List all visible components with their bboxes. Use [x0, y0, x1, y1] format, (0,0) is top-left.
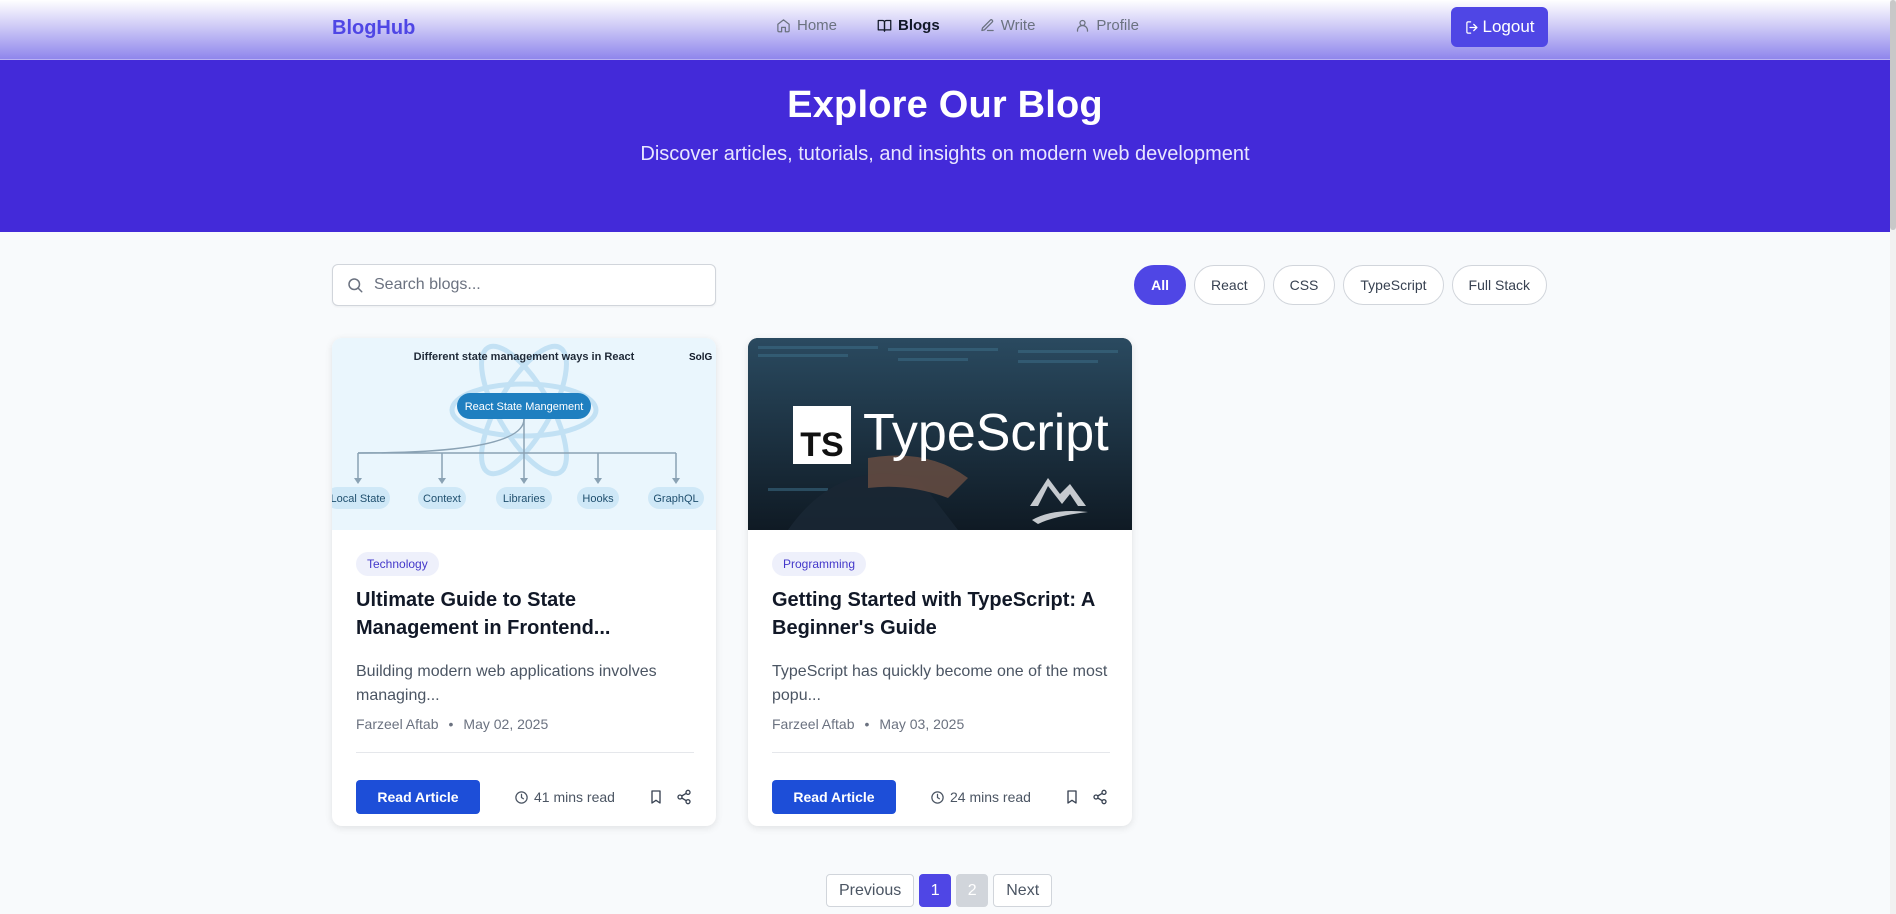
home-icon — [777, 19, 790, 33]
meta-separator: • — [864, 716, 870, 732]
nav-link-label: Blogs — [898, 17, 940, 34]
diagram-heading: Different state management ways in React — [414, 351, 635, 363]
state-management-diagram: Different state management ways in React… — [332, 343, 713, 509]
pagination: Previous 1 2 Next — [826, 874, 1053, 907]
card-divider — [356, 752, 694, 753]
meta-separator: • — [448, 716, 454, 732]
read-time-label: 41 mins read — [534, 789, 615, 805]
category-badge[interactable]: Technology — [356, 552, 439, 576]
nav-link-write[interactable]: Write — [980, 17, 1036, 34]
typescript-logo-badge: TS — [800, 426, 843, 464]
category-badge[interactable]: Programming — [772, 552, 867, 576]
pagination-next-button[interactable]: Next — [993, 874, 1053, 907]
pagination-page-2[interactable]: 2 — [956, 874, 989, 907]
filter-chip-typescript[interactable]: TypeScript — [1343, 265, 1444, 305]
diagram-center-node: React State Mangement — [465, 401, 584, 413]
author-name: Farzeel Aftab — [772, 716, 855, 732]
nav-link-label: Profile — [1096, 17, 1139, 34]
page-scrollbar[interactable] — [1890, 0, 1896, 914]
filter-chip-css[interactable]: CSS — [1272, 265, 1336, 305]
diagram-leaf-node: Libraries — [503, 493, 546, 505]
navbar-container: BlogHub Home Blogs Write Profile Logout — [332, 0, 1548, 60]
clock-icon — [515, 790, 528, 804]
scrollbar-thumb[interactable] — [1890, 0, 1896, 230]
hero-subtitle: Discover articles, tutorials, and insigh… — [640, 143, 1250, 165]
search-icon — [348, 278, 363, 293]
bookmark-icon[interactable] — [1064, 788, 1080, 806]
logout-label: Logout — [1482, 17, 1535, 36]
search-input[interactable] — [374, 276, 694, 294]
hero-title: Explore Our Blog — [787, 84, 1103, 126]
pagination-previous-button[interactable]: Previous — [826, 874, 915, 907]
typescript-logo-text: TypeScript — [863, 404, 1109, 462]
clock-icon — [931, 790, 944, 804]
diagram-leaf-node: Hooks — [582, 493, 614, 505]
brand-logo[interactable]: BlogHub — [332, 17, 415, 40]
blog-card: TS TypeScript Programming Getting Starte… — [748, 338, 1132, 826]
card-excerpt: TypeScript has quickly become one of the… — [772, 663, 1108, 704]
nav-link-profile[interactable]: Profile — [1075, 17, 1139, 34]
diagram-brand-mark: SolG — [689, 352, 713, 363]
pen-icon — [980, 19, 994, 32]
filter-chip-full-stack[interactable]: Full Stack — [1451, 265, 1547, 305]
search-bar — [332, 264, 716, 306]
diagram-leaf-node: Local State — [332, 493, 386, 505]
hero-banner: Explore Our Blog Discover articles, tuto… — [0, 60, 1890, 232]
blog-card: Different state management ways in React… — [332, 338, 716, 826]
card-divider — [772, 752, 1110, 753]
card-excerpt: Building modern web applications involve… — [356, 663, 657, 704]
typescript-cover-image: TS TypeScript — [748, 338, 1132, 530]
read-time: 24 mins read — [930, 789, 1031, 805]
filter-chip-all[interactable]: All — [1134, 265, 1187, 305]
card-meta: Farzeel Aftab • May 02, 2025 — [356, 716, 548, 732]
read-article-button[interactable]: Read Article — [356, 780, 480, 814]
nav-links: Home Blogs Write Profile — [776, 17, 1179, 34]
publish-date: May 03, 2025 — [879, 716, 965, 732]
share-icon[interactable] — [1092, 788, 1108, 806]
filter-chip-react[interactable]: React — [1194, 265, 1265, 305]
bookmark-icon[interactable] — [648, 788, 664, 806]
author-name: Farzeel Aftab — [356, 716, 439, 732]
book-open-icon — [877, 19, 892, 32]
nav-link-blogs[interactable]: Blogs — [877, 17, 940, 34]
diagram-leaf-node: GraphQL — [653, 493, 698, 505]
card-title[interactable]: Getting Started with TypeScript: A Begin… — [772, 586, 1112, 642]
user-icon — [1077, 19, 1089, 32]
logout-icon — [1465, 20, 1477, 34]
read-article-button[interactable]: Read Article — [772, 780, 896, 814]
card-image-typescript[interactable]: TS TypeScript — [748, 338, 1132, 530]
pagination-page-1[interactable]: 1 — [919, 874, 952, 907]
read-time-label: 24 mins read — [950, 789, 1031, 805]
nav-link-label: Home — [797, 17, 838, 34]
nav-link-home[interactable]: Home — [776, 17, 837, 34]
nav-link-label: Write — [1000, 17, 1036, 34]
publish-date: May 02, 2025 — [463, 716, 549, 732]
card-title[interactable]: Ultimate Guide to State Management in Fr… — [356, 586, 696, 642]
read-time: 41 mins read — [514, 789, 615, 805]
card-meta: Farzeel Aftab • May 03, 2025 — [772, 716, 964, 732]
top-navbar: BlogHub Home Blogs Write Profile Logout — [0, 0, 1890, 60]
category-filters: All React CSS TypeScript Full Stack — [1134, 265, 1547, 305]
share-icon[interactable] — [676, 788, 692, 806]
diagram-leaf-node: Context — [423, 493, 461, 505]
card-image-state-management[interactable]: Different state management ways in React… — [332, 338, 716, 530]
logout-button[interactable]: Logout — [1451, 7, 1548, 47]
